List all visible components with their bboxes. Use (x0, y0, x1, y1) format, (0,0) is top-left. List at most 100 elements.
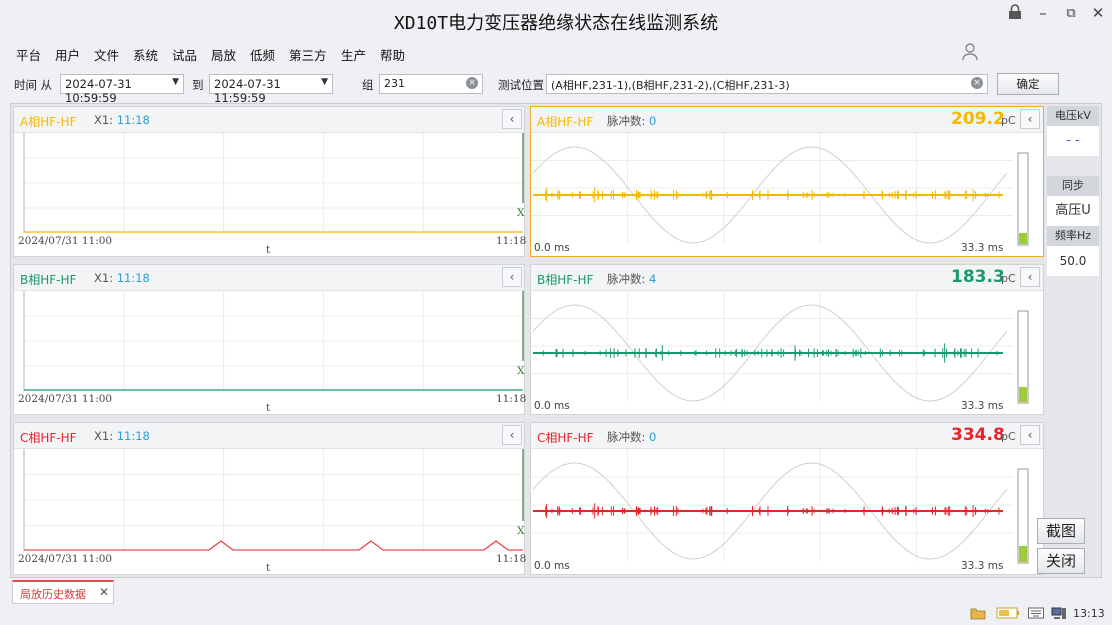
grid (24, 291, 523, 391)
restore-icon[interactable]: ⧉ (1060, 6, 1082, 21)
menu-item-system[interactable]: 系统 (133, 45, 158, 64)
waveform-chart-a (531, 133, 1029, 246)
level-meter-fill (1019, 387, 1027, 402)
minimize-icon[interactable]: – (1032, 4, 1054, 22)
clear-icon[interactable]: × (466, 77, 478, 89)
frequency-label: 频率Hz (1047, 226, 1099, 246)
query-toolbar: 时间 从 2024-07-31 10:59:59 ▼ 到 2024-07-31 … (10, 68, 1102, 105)
menu-bar: 平台 用户 文件 系统 试品 局放 低频 第三方 生产 帮助 (0, 40, 1112, 66)
x1-readout: X1: 11:18 (94, 113, 150, 127)
chevron-down-icon: ▼ (321, 77, 328, 87)
channel-name: B相HF-HF (537, 273, 594, 287)
t-axis-label: t (266, 402, 271, 414)
trend-start-label: 2024/07/31 11:00 (18, 393, 113, 405)
t-axis-label: t (266, 244, 271, 256)
folder-icon[interactable] (970, 607, 986, 623)
pulse-count: 脉冲数: 0 (607, 114, 657, 128)
prpd-panel-b: B相HF-HF 脉冲数: 4 183.3 pC ‹ 0.0 ms 33.3 ms (530, 264, 1044, 415)
discharge-value: 334.8 (951, 425, 1005, 445)
discharge-value: 209.2 (951, 109, 1005, 129)
pulse-count: 脉冲数: 4 (607, 272, 657, 286)
trend-end-label: 11:18 (496, 393, 527, 405)
window-title: XD10T电力变压器绝缘状态在线监测系统 (393, 13, 719, 34)
menu-item-user[interactable]: 用户 (55, 45, 80, 64)
time-from-select[interactable]: 2024-07-31 10:59:59 ▼ (60, 74, 184, 105)
collapse-button[interactable]: ‹ (502, 425, 522, 445)
menu-item-low-frequency[interactable]: 低频 (250, 45, 275, 64)
test-location-label: 测试位置 (498, 78, 544, 92)
close-icon[interactable]: ✕ (1087, 4, 1109, 22)
trend-line (24, 540, 523, 551)
level-meter (1017, 152, 1029, 246)
time-to-select[interactable]: 2024-07-31 11:59:59 ▼ (209, 74, 333, 105)
tab-pd-history[interactable]: 局放历史数据 ✕ (12, 580, 114, 604)
screenshot-button[interactable]: 截图 (1037, 518, 1085, 544)
waveform-chart-b (531, 291, 1029, 404)
user-icon[interactable] (962, 43, 978, 61)
grid (531, 291, 1013, 401)
collapse-button[interactable]: ‹ (1020, 109, 1040, 129)
time-start-label: 0.0 ms (534, 242, 570, 254)
trend-start-label: 2024/07/31 11:00 (18, 235, 113, 247)
time-end-label: 33.3 ms (961, 560, 1004, 572)
x-axis-label: X (517, 365, 525, 377)
collapse-button[interactable]: ‹ (1020, 267, 1040, 287)
pulse-count: 脉冲数: 0 (607, 430, 657, 444)
channel-name: C相HF-HF (20, 431, 77, 445)
time-start-label: 0.0 ms (534, 400, 570, 412)
voltage-value: - - (1047, 126, 1099, 156)
keyboard-icon[interactable] (1028, 607, 1044, 622)
x1-readout: X1: 11:18 (94, 271, 150, 285)
group-input[interactable]: 231 × (379, 74, 483, 94)
status-sidebar: 电压kV - - 同步 高压U 频率Hz 50.0 (1047, 106, 1099, 276)
grid (531, 133, 1013, 243)
trend-start-label: 2024/07/31 11:00 (18, 553, 113, 565)
grid (24, 133, 523, 233)
value-unit: pC (1001, 430, 1016, 443)
menu-item-partial-discharge[interactable]: 局放 (211, 45, 236, 64)
time-from-label: 时间 从 (14, 78, 53, 92)
menu-item-third-party[interactable]: 第三方 (289, 45, 327, 64)
prpd-panel-a: A相HF-HF 脉冲数: 0 209.2 pC ‹ 0.0 ms 33.3 ms (530, 106, 1044, 257)
group-label: 组 (362, 78, 374, 92)
sync-value[interactable]: 高压U (1047, 196, 1099, 226)
close-button[interactable]: 关闭 (1037, 548, 1085, 574)
collapse-button[interactable]: ‹ (502, 109, 522, 129)
grid (24, 449, 523, 551)
frequency-value: 50.0 (1047, 246, 1099, 276)
confirm-button[interactable]: 确定 (997, 73, 1059, 95)
voltage-label: 电压kV (1047, 106, 1099, 126)
collapse-button[interactable]: ‹ (1020, 425, 1040, 445)
collapse-button[interactable]: ‹ (502, 267, 522, 287)
grid (531, 449, 1013, 561)
prpd-panel-c: C相HF-HF 脉冲数: 0 334.8 pC ‹ 0.0 ms 33.3 ms (530, 422, 1044, 575)
tab-label: 局放历史数据 (20, 588, 86, 601)
level-meter-fill (1019, 233, 1027, 244)
test-location-input[interactable]: (A相HF,231-1),(B相HF,231-2),(C相HF,231-3) × (546, 74, 988, 94)
value-unit: pC (1001, 272, 1016, 285)
channel-name: A相HF-HF (20, 115, 77, 129)
battery-icon[interactable] (996, 607, 1020, 622)
waveform-chart-c (531, 449, 1029, 564)
tab-close-icon[interactable]: ✕ (99, 585, 109, 599)
menu-item-specimen[interactable]: 试品 (172, 45, 197, 64)
x-axis-label: X (517, 525, 525, 537)
x-axis-label: X (517, 207, 525, 219)
time-start-label: 0.0 ms (534, 560, 570, 572)
channel-name: A相HF-HF (537, 115, 594, 129)
menu-item-production[interactable]: 生产 (341, 45, 366, 64)
sync-label: 同步 (1047, 176, 1099, 196)
trend-end-label: 11:18 (496, 235, 527, 247)
lock-icon[interactable] (1004, 4, 1026, 24)
title-bar: XD10T电力变压器绝缘状态在线监测系统 – ⧉ ✕ (0, 0, 1112, 40)
trend-end-label: 11:18 (496, 553, 527, 565)
trend-panel-c: C相HF-HF X1: 11:18 ‹ 2024/07/31 11:00 11:… (13, 422, 527, 575)
channel-name: C相HF-HF (537, 431, 594, 445)
menu-item-file[interactable]: 文件 (94, 45, 119, 64)
time-end-label: 33.3 ms (961, 400, 1004, 412)
menu-item-help[interactable]: 帮助 (380, 45, 405, 64)
menu-item-platform[interactable]: 平台 (16, 45, 41, 64)
channel-name: B相HF-HF (20, 273, 77, 287)
computer-icon[interactable] (1051, 607, 1067, 623)
clear-icon[interactable]: × (971, 77, 983, 89)
